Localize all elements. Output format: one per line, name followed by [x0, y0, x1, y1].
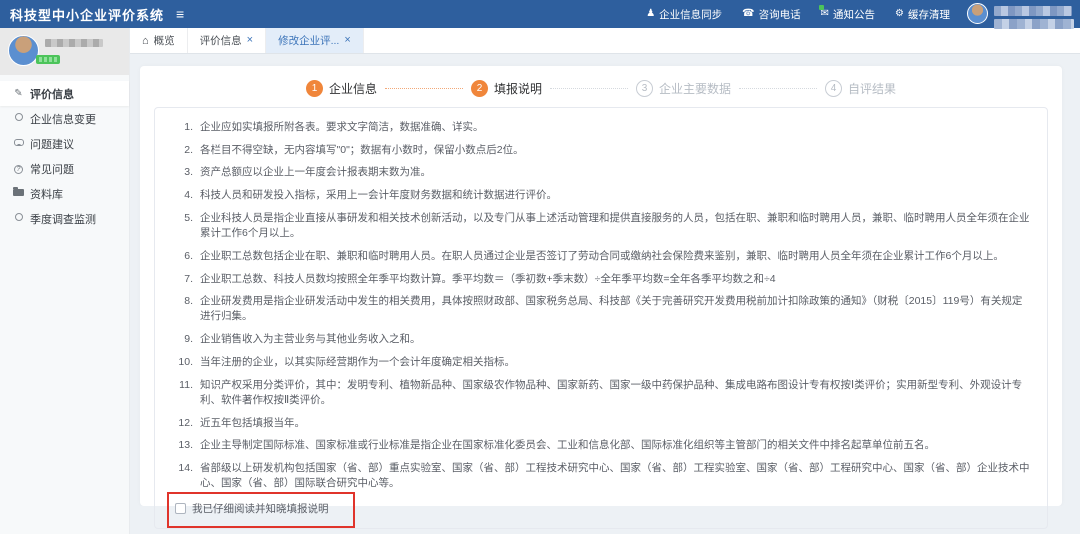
- home-icon: ⌂: [142, 35, 149, 47]
- sidebar-menu: ✎ 评价信息 企业信息变更 问题建议 ? 常见问题 资料库 季度调查监测: [0, 75, 129, 231]
- instruction-item: 14.省部级以上研发机构包括国家（省、部）重点实验室、国家（省、部）工程技术研究…: [171, 461, 1031, 491]
- gear-icon: ⚙: [895, 9, 904, 19]
- step-label: 企业主要数据: [659, 80, 731, 97]
- tab-label: 评价信息: [200, 33, 242, 48]
- user-card: [0, 28, 129, 75]
- verified-badge: [36, 55, 60, 64]
- confirm-read-checkbox-row[interactable]: 我已仔细阅读并知晓填报说明: [175, 501, 329, 516]
- sidebar: ✎ 评价信息 企业信息变更 问题建议 ? 常见问题 资料库 季度调查监测: [0, 28, 130, 534]
- step-label: 填报说明: [494, 80, 542, 97]
- sidebar-item-faq[interactable]: ? 常见问题: [0, 156, 129, 181]
- tab-label: 概览: [154, 33, 175, 48]
- step-connector: [385, 88, 463, 89]
- step-label: 自评结果: [848, 80, 896, 97]
- sidebar-item-label: 常见问题: [30, 161, 74, 177]
- step-self-eval-result: 4 自评结果: [825, 80, 896, 97]
- tab-modify-enterprise-eval[interactable]: 修改企业评... ×: [266, 28, 364, 53]
- instruction-item: 8.企业研发费用是指企业研发活动中发生的相关费用，具体按照财政部、国家税务总局、…: [171, 294, 1031, 324]
- sidebar-item-problem-suggestion[interactable]: 问题建议: [0, 131, 129, 156]
- close-icon[interactable]: ×: [247, 35, 253, 46]
- mail-icon: ✉: [821, 9, 829, 19]
- sidebar-item-label: 季度调查监测: [30, 211, 96, 227]
- tab-overview[interactable]: ⌂ 概览: [130, 28, 188, 53]
- wizard-card: 1 企业信息 2 填报说明 3 企业主要数据 4: [140, 66, 1062, 506]
- instructions-panel: 1.企业应如实填报所附各表。要求文字简洁，数据准确、详实。 2.各栏目不得空缺，…: [154, 107, 1048, 529]
- step-enterprise-info: 1 企业信息: [306, 80, 377, 97]
- tab-evaluation-info[interactable]: 评价信息 ×: [188, 28, 266, 53]
- user-icon: ♟: [646, 9, 655, 19]
- step-enterprise-main-data: 3 企业主要数据: [636, 80, 731, 97]
- header-account-area[interactable]: [967, 3, 1074, 29]
- instruction-item: 9.企业销售收入为主营业务与其他业务收入之和。: [171, 332, 1031, 347]
- nav-cache-clean[interactable]: ⚙ 缓存清理: [895, 7, 950, 22]
- confirm-read-label: 我已仔细阅读并知晓填报说明: [192, 501, 329, 516]
- step-number: 4: [825, 80, 842, 97]
- circle-icon: [13, 213, 24, 224]
- content-area: 1 企业信息 2 填报说明 3 企业主要数据 4: [130, 54, 1080, 534]
- step-connector: [550, 88, 628, 89]
- top-nav-links: ♟ 企业信息同步 ☎ 咨询电话 ✉ 通知公告 ⚙ 缓存清理: [646, 7, 950, 22]
- wizard-stepper: 1 企业信息 2 填报说明 3 企业主要数据 4: [140, 66, 1062, 105]
- instruction-item: 5.企业科技人员是指企业直接从事研发和相关技术创新活动，以及专门从事上述活动管理…: [171, 211, 1031, 241]
- sidebar-item-library[interactable]: 资料库: [0, 181, 129, 206]
- sidebar-item-enterprise-info-change[interactable]: 企业信息变更: [0, 106, 129, 131]
- sidebar-item-quarterly-survey[interactable]: 季度调查监测: [0, 206, 129, 231]
- instruction-item: 1.企业应如实填报所附各表。要求文字简洁，数据准确、详实。: [171, 120, 1031, 135]
- instruction-item: 11.知识产权采用分类评价，其中：发明专利、植物新品种、国家级农作物品种、国家新…: [171, 378, 1031, 408]
- step-number: 2: [471, 80, 488, 97]
- sidebar-item-evaluation-info[interactable]: ✎ 评价信息: [0, 81, 129, 106]
- notification-badge: [819, 5, 824, 10]
- instruction-item: 2.各栏目不得空缺，无内容填写"0"；数据有小数时，保留小数点后2位。: [171, 143, 1031, 158]
- step-connector: [739, 88, 817, 89]
- step-number: 1: [306, 80, 323, 97]
- user-avatar[interactable]: [8, 35, 39, 66]
- instruction-item: 6.企业职工总数包括企业在职、兼职和临时聘用人员。在职人员通过企业是否签订了劳动…: [171, 249, 1031, 264]
- tab-label: 修改企业评...: [278, 33, 339, 48]
- header-avatar: [967, 3, 988, 24]
- nav-notice-announcement[interactable]: ✉ 通知公告: [821, 7, 875, 22]
- instruction-item: 3.资产总额应以企业上一年度会计报表期末数为准。: [171, 165, 1031, 180]
- redacted-account-name: [994, 3, 1074, 29]
- instruction-item: 7.企业职工总数、科技人员数均按照全年季平均数计算。季平均数＝（季初数+季末数）…: [171, 272, 1031, 287]
- redacted-user-name: [45, 39, 103, 47]
- question-circle-icon: ?: [13, 164, 24, 174]
- sidebar-item-label: 评价信息: [30, 86, 74, 102]
- step-number: 3: [636, 80, 653, 97]
- close-icon[interactable]: ×: [344, 35, 350, 46]
- nav-label: 缓存清理: [908, 7, 950, 22]
- phone-icon: ☎: [742, 9, 754, 19]
- nav-label: 通知公告: [833, 7, 875, 22]
- hamburger-menu-icon[interactable]: ≡: [176, 7, 184, 21]
- folder-icon: [13, 189, 24, 199]
- nav-label: 咨询电话: [759, 7, 801, 22]
- sidebar-item-label: 企业信息变更: [30, 111, 96, 127]
- step-filling-instructions: 2 填报说明: [471, 80, 542, 97]
- top-navbar: 科技型中小企业评价系统 ≡ ♟ 企业信息同步 ☎ 咨询电话 ✉ 通知公告 ⚙ 缓…: [0, 0, 1080, 28]
- sidebar-item-label: 资料库: [30, 186, 63, 202]
- nav-enterprise-info-sync[interactable]: ♟ 企业信息同步: [646, 7, 722, 22]
- confirm-read-checkbox[interactable]: [175, 503, 186, 514]
- circle-icon: [13, 113, 24, 124]
- edit-icon: ✎: [13, 89, 24, 99]
- instruction-item: 10.当年注册的企业，以其实际经营期作为一个会计年度确定相关指标。: [171, 355, 1031, 370]
- step-label: 企业信息: [329, 80, 377, 97]
- sidebar-item-label: 问题建议: [30, 136, 74, 152]
- instruction-item: 13.企业主导制定国际标准、国家标准或行业标准是指企业在国家标准化委员会、工业和…: [171, 438, 1031, 453]
- nav-consult-phone[interactable]: ☎ 咨询电话: [742, 7, 800, 22]
- tab-bar: ⌂ 概览 评价信息 × 修改企业评... ×: [130, 28, 1080, 54]
- nav-label: 企业信息同步: [659, 7, 722, 22]
- instruction-item: 4.科技人员和研发投入指标，采用上一会计年度财务数据和统计数据进行评价。: [171, 188, 1031, 203]
- comment-bubble-icon: [13, 139, 24, 149]
- instruction-item: 12.近五年包括填报当年。: [171, 416, 1031, 431]
- app-title: 科技型中小企业评价系统: [10, 5, 164, 24]
